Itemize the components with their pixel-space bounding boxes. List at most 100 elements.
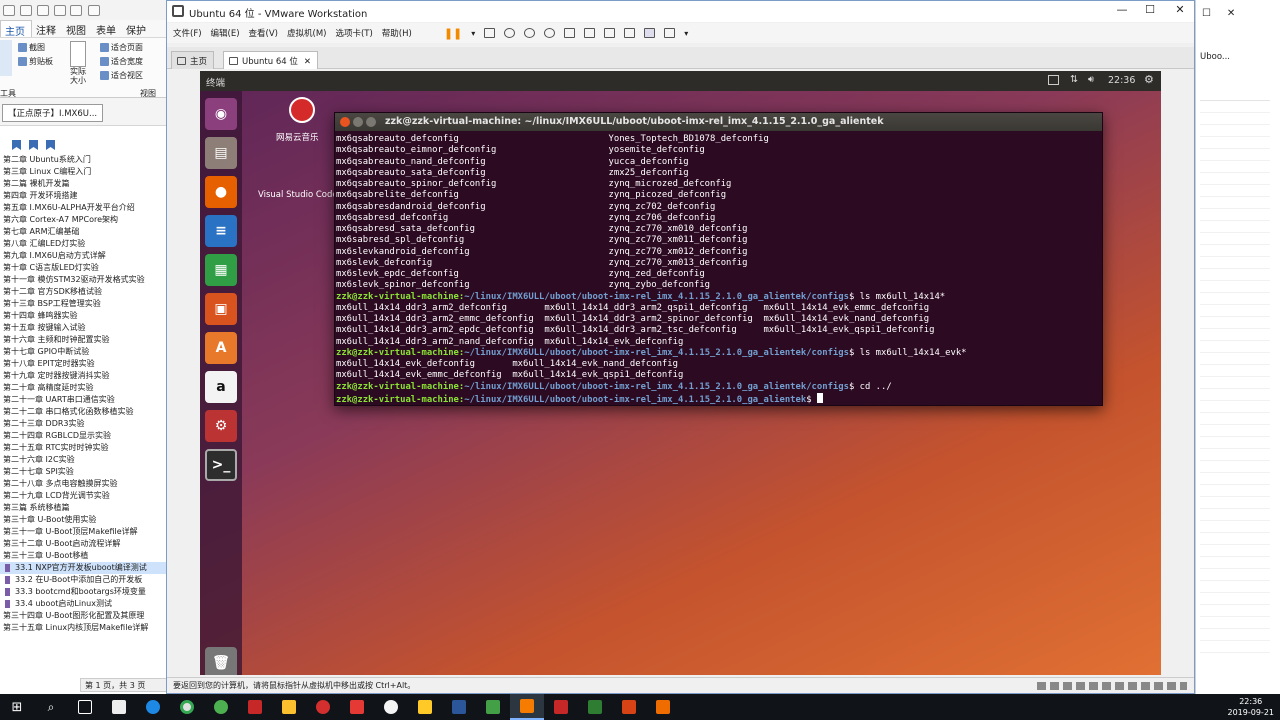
- bookmark-item[interactable]: 第二十九章 LCD背光调节实验: [0, 490, 166, 502]
- amazon-icon[interactable]: a: [205, 371, 237, 403]
- stretch-dropdown-icon[interactable]: ▾: [684, 29, 688, 38]
- pause-icon[interactable]: ❚❚: [444, 27, 462, 40]
- taskbar-app-word[interactable]: [442, 694, 476, 720]
- bookmark-expand-icon[interactable]: [46, 140, 55, 150]
- taskbar-app-orange[interactable]: [646, 694, 680, 720]
- bookmark-item[interactable]: 第十章 C语言版LED灯实验: [0, 262, 166, 274]
- system-settings-icon[interactable]: ⚙: [205, 410, 237, 442]
- netease-music-icon[interactable]: [289, 97, 315, 123]
- menu-vm[interactable]: 虚拟机(M): [287, 27, 326, 39]
- bookmark-item[interactable]: 第二十四章 RGBLCD显示实验: [0, 430, 166, 442]
- stretch-icon[interactable]: [664, 28, 676, 38]
- task-view-button[interactable]: [68, 694, 102, 720]
- tab-annotate[interactable]: 注释: [32, 20, 62, 37]
- bookmark-item[interactable]: 第二十六章 I2C实验: [0, 454, 166, 466]
- network-icon[interactable]: ⇅: [1070, 74, 1078, 85]
- system-tray-clock[interactable]: 22:36 2019-09-21: [1228, 694, 1275, 720]
- bookmark-item[interactable]: 第五章 I.MX6U-ALPHA开发平台介绍: [0, 202, 166, 214]
- actual-size-button[interactable]: 实际大小: [70, 67, 90, 85]
- bookmark-item[interactable]: 第三十四章 U-Boot图形化配置及其原理: [0, 610, 166, 622]
- revert-snapshot-icon[interactable]: [524, 28, 536, 38]
- hand-tool-icon[interactable]: [88, 5, 100, 16]
- bookmark-item[interactable]: 第二章 Ubuntu系统入门: [0, 154, 166, 166]
- taskbar-app-360[interactable]: [204, 694, 238, 720]
- bookmark-item[interactable]: 第二十三章 DDR3实验: [0, 418, 166, 430]
- terminal-close-button[interactable]: [340, 117, 350, 127]
- search-button[interactable]: ⌕: [34, 694, 68, 720]
- calc-icon[interactable]: ▦: [205, 254, 237, 286]
- bookmark-item[interactable]: 第三十一章 U-Boot顶层Makefile详解: [0, 526, 166, 538]
- bookmark-item[interactable]: 第三十二章 U-Boot启动流程详解: [0, 538, 166, 550]
- close-tab-icon[interactable]: ✕: [304, 57, 311, 67]
- tab-view[interactable]: 视图: [62, 20, 92, 37]
- bookmark-item[interactable]: 第三十三章 U-Boot移植: [0, 550, 166, 562]
- keyboard-icon[interactable]: [1048, 75, 1059, 85]
- bookmark-item[interactable]: 第十六章 主频和时钟配置实验: [0, 334, 166, 346]
- maximize-button[interactable]: ☐: [1135, 3, 1165, 16]
- tab-form[interactable]: 表单: [92, 20, 122, 37]
- gear-icon[interactable]: ⚙: [1144, 73, 1154, 86]
- snapshot-icon[interactable]: [504, 28, 516, 38]
- bookmark-item[interactable]: 第二十章 高精度延时实验: [0, 382, 166, 394]
- files-icon[interactable]: ▤: [205, 137, 237, 169]
- taskbar-app-camtasia[interactable]: [578, 694, 612, 720]
- device-icons[interactable]: [1037, 682, 1187, 690]
- save-icon[interactable]: [37, 5, 49, 16]
- terminal-icon[interactable]: >_: [205, 449, 237, 481]
- tab-protect[interactable]: 保护: [122, 20, 152, 37]
- taskbar-app-netease[interactable]: [306, 694, 340, 720]
- pause-dropdown-icon[interactable]: ▾: [471, 29, 475, 38]
- bookmark-item[interactable]: 第十二章 官方SDK移植试验: [0, 286, 166, 298]
- bookmark-item[interactable]: 33.4 uboot启动Linux测试: [0, 598, 166, 610]
- bookmark-item[interactable]: 33.2 在U-Boot中添加自己的开发板: [0, 574, 166, 586]
- document-tab[interactable]: 【正点原子】I.MX6U...: [2, 104, 104, 122]
- menu-help[interactable]: 帮助(H): [382, 27, 412, 39]
- hand-tool-button[interactable]: [0, 40, 12, 76]
- snapshot-manager-icon[interactable]: [544, 28, 556, 38]
- bookmark-item[interactable]: 第十一章 模仿STM32驱动开发格式实验: [0, 274, 166, 286]
- bookmark-item[interactable]: 第二十一章 UART串口通信实验: [0, 394, 166, 406]
- library-icon[interactable]: [564, 28, 576, 38]
- bookmark-item[interactable]: 第四章 开发环境搭建: [0, 190, 166, 202]
- tab-ubuntu-vm[interactable]: Ubuntu 64 位 ✕: [223, 51, 318, 69]
- taskbar-app-paint[interactable]: [272, 694, 306, 720]
- ubuntu-dash-icon[interactable]: ◉: [205, 98, 237, 130]
- send-ctrl-alt-del-icon[interactable]: [484, 28, 496, 38]
- bookmark-item[interactable]: 第二十七章 SPI实验: [0, 466, 166, 478]
- console-view-icon[interactable]: [644, 28, 656, 38]
- terminal-maximize-button[interactable]: [366, 117, 376, 127]
- terminal-minimize-button[interactable]: [353, 117, 363, 127]
- terminal-window[interactable]: zzk@zzk-virtual-machine: ~/linux/IMX6ULL…: [334, 112, 1103, 406]
- software-center-icon[interactable]: A: [205, 332, 237, 364]
- bookmark-item[interactable]: 第七章 ARM汇编基础: [0, 226, 166, 238]
- tab-home[interactable]: 主页: [171, 51, 215, 69]
- bookmark-item[interactable]: 第十三章 BSP工程管理实验: [0, 298, 166, 310]
- fit-width-button[interactable]: 适合宽度: [100, 56, 143, 67]
- taskbar-app-filezilla[interactable]: [544, 694, 578, 720]
- minimize-button[interactable]: —: [1107, 3, 1137, 16]
- taskbar-app-pin[interactable]: [238, 694, 272, 720]
- terminal-output[interactable]: mx6qsabreauto_defconfig Yones_Toptech_BD…: [335, 132, 1102, 406]
- bookmark-item[interactable]: 第十九章 定时器按键消抖实验: [0, 370, 166, 382]
- menu-view[interactable]: 查看(V): [249, 27, 278, 39]
- bookmark-item[interactable]: 第三章 Linux C编程入门: [0, 166, 166, 178]
- bookmark-item[interactable]: 第八章 汇编LED灯实验: [0, 238, 166, 250]
- firefox-icon[interactable]: ●: [205, 176, 237, 208]
- taskbar-app-fake[interactable]: [340, 694, 374, 720]
- taskbar-app-chrome[interactable]: [170, 694, 204, 720]
- taskbar-app-wechat[interactable]: [374, 694, 408, 720]
- unity-icon[interactable]: [624, 28, 636, 38]
- taskbar-app-red2[interactable]: [612, 694, 646, 720]
- bookmark-item[interactable]: 第二篇 裸机开发篇: [0, 178, 166, 190]
- taskbar-app-green[interactable]: [476, 694, 510, 720]
- bookmark-item[interactable]: 第六章 Cortex-A7 MPCore架构: [0, 214, 166, 226]
- close-button[interactable]: ✕: [1165, 3, 1195, 16]
- thumbnail-icon[interactable]: [584, 28, 596, 38]
- bookmark-item[interactable]: 第二十八章 多点电容触摸屏实验: [0, 478, 166, 490]
- bg-window-controls[interactable]: ☐ ✕: [1202, 8, 1235, 19]
- bookmark-item[interactable]: 33.1 NXP官方开发板uboot编译测试: [0, 562, 166, 574]
- start-button[interactable]: ⊞: [0, 694, 34, 720]
- bookmark-add-icon[interactable]: [29, 140, 38, 150]
- taskbar-app-edge[interactable]: [136, 694, 170, 720]
- bookmark-item[interactable]: 第三十章 U-Boot使用实验: [0, 514, 166, 526]
